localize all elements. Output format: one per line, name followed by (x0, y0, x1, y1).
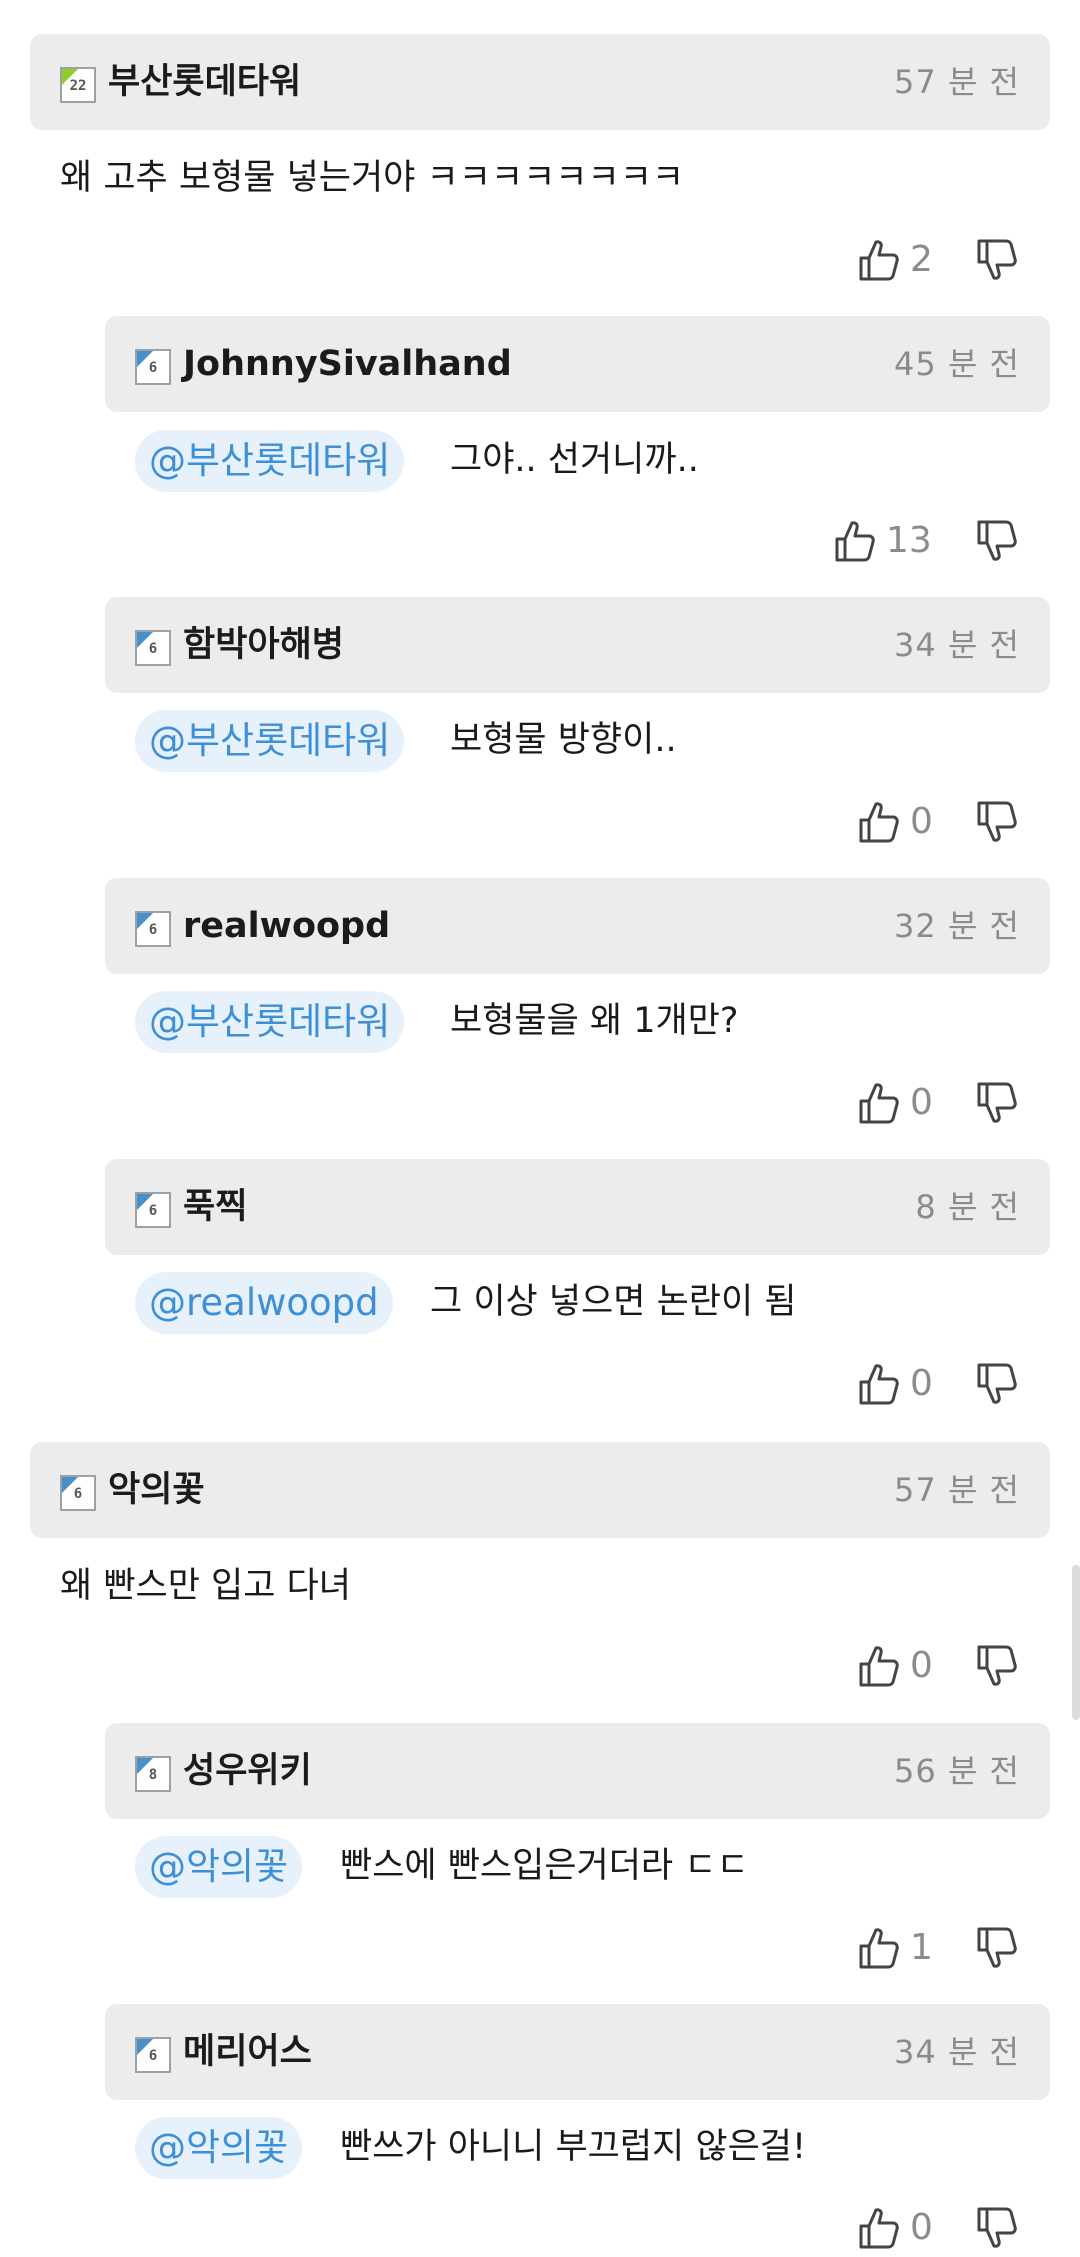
like-count: 0 (910, 1082, 933, 1123)
level-badge-icon: 6 (135, 630, 171, 666)
thumbs-down-icon[interactable] (976, 519, 1018, 563)
level-badge-icon: 8 (135, 1756, 171, 1792)
timestamp: 34 분 전 (894, 2033, 1020, 2071)
reply-header: 6 realwoopd 32 분 전 (105, 878, 1050, 974)
timestamp: 32 분 전 (894, 907, 1020, 945)
like-count: 13 (886, 520, 932, 561)
like-count: 0 (910, 1645, 933, 1686)
like-count: 0 (910, 2207, 933, 2248)
scrollbar[interactable] (1072, 1565, 1080, 1720)
comment-header: 6 악의꽃 57 분 전 (30, 1442, 1050, 1538)
vote-bar: 0 (858, 1075, 1028, 1131)
mention-tag[interactable]: @realwoopd (135, 1272, 393, 1334)
vote-bar: 13 (834, 513, 1028, 569)
mention-tag[interactable]: @부산롯데타워 (135, 430, 405, 492)
username[interactable]: 악의꽃 (108, 1468, 205, 1512)
level-badge-icon: 22 (60, 67, 96, 103)
vote-bar: 0 (858, 2200, 1028, 2256)
thumbs-up-icon[interactable] (858, 800, 900, 844)
mention-tag[interactable]: @악의꽃 (135, 2117, 303, 2179)
reply-text: 그야.. 선거니까.. (450, 440, 699, 480)
reply-text: 보형물 방향이.. (450, 720, 677, 760)
reply-header: 6 메리어스 34 분 전 (105, 2004, 1050, 2100)
thumbs-down-icon[interactable] (976, 1644, 1018, 1688)
comment-text: 왜 고추 보형물 넣는거야 ㅋㅋㅋㅋㅋㅋㅋㅋ (60, 158, 685, 198)
mention-tag[interactable]: @악의꽃 (135, 1836, 303, 1898)
timestamp: 34 분 전 (894, 626, 1020, 664)
thumbs-down-icon[interactable] (976, 2206, 1018, 2250)
like-count: 1 (910, 1927, 933, 1968)
timestamp: 56 분 전 (894, 1752, 1020, 1790)
like-count: 0 (910, 1363, 933, 1404)
username[interactable]: JohnnySivalhand (183, 342, 512, 386)
timestamp: 57 분 전 (894, 63, 1020, 101)
thumbs-up-icon[interactable] (858, 1644, 900, 1688)
username[interactable]: 성우위키 (183, 1749, 312, 1793)
vote-bar: 1 (858, 1920, 1028, 1976)
thumbs-up-icon[interactable] (858, 1926, 900, 1970)
reply-header: 6 푹찍 8 분 전 (105, 1159, 1050, 1255)
username[interactable]: realwoopd (183, 904, 390, 948)
reply-header: 6 JohnnySivalhand 45 분 전 (105, 316, 1050, 412)
reply-text: 보형물을 왜 1개만? (450, 1001, 739, 1041)
thumbs-up-icon[interactable] (858, 1081, 900, 1125)
vote-bar: 0 (858, 794, 1028, 850)
level-badge-icon: 6 (135, 911, 171, 947)
thumbs-up-icon[interactable] (858, 238, 900, 282)
username[interactable]: 함박아해병 (183, 623, 344, 667)
level-badge-icon: 6 (60, 1475, 96, 1511)
vote-bar: 2 (858, 232, 1028, 288)
level-badge-icon: 6 (135, 1192, 171, 1228)
mention-tag[interactable]: @부산롯데타워 (135, 991, 405, 1053)
comment-header: 22 부산롯데타워 57 분 전 (30, 34, 1050, 130)
thumbs-up-icon[interactable] (834, 519, 876, 563)
thumbs-up-icon[interactable] (858, 2206, 900, 2250)
reply-header: 6 함박아해병 34 분 전 (105, 597, 1050, 693)
level-badge-icon: 6 (135, 349, 171, 385)
like-count: 0 (910, 801, 933, 842)
reply-text: 빤스에 빤스입은거더라 ㄷㄷ (340, 1846, 749, 1886)
timestamp: 57 분 전 (894, 1471, 1020, 1509)
level-badge-icon: 6 (135, 2037, 171, 2073)
username[interactable]: 메리어스 (183, 2030, 312, 2074)
thumbs-down-icon[interactable] (976, 1926, 1018, 1970)
thumbs-down-icon[interactable] (976, 1081, 1018, 1125)
thumbs-down-icon[interactable] (976, 1362, 1018, 1406)
reply-header: 8 성우위키 56 분 전 (105, 1723, 1050, 1819)
comment-text: 왜 빤스만 입고 다녀 (60, 1566, 351, 1606)
username[interactable]: 푹찍 (183, 1185, 247, 1229)
timestamp: 45 분 전 (894, 345, 1020, 383)
timestamp: 8 분 전 (915, 1188, 1020, 1226)
thumbs-up-icon[interactable] (858, 1362, 900, 1406)
vote-bar: 0 (858, 1356, 1028, 1412)
reply-text: 빤쓰가 아니니 부끄럽지 않은걸! (340, 2127, 807, 2167)
mention-tag[interactable]: @부산롯데타워 (135, 710, 405, 772)
thumbs-down-icon[interactable] (976, 800, 1018, 844)
username[interactable]: 부산롯데타워 (108, 60, 301, 104)
like-count: 2 (910, 239, 933, 280)
vote-bar: 0 (858, 1638, 1028, 1694)
thumbs-down-icon[interactable] (976, 238, 1018, 282)
reply-text: 그 이상 넣으면 논란이 됨 (430, 1282, 797, 1322)
